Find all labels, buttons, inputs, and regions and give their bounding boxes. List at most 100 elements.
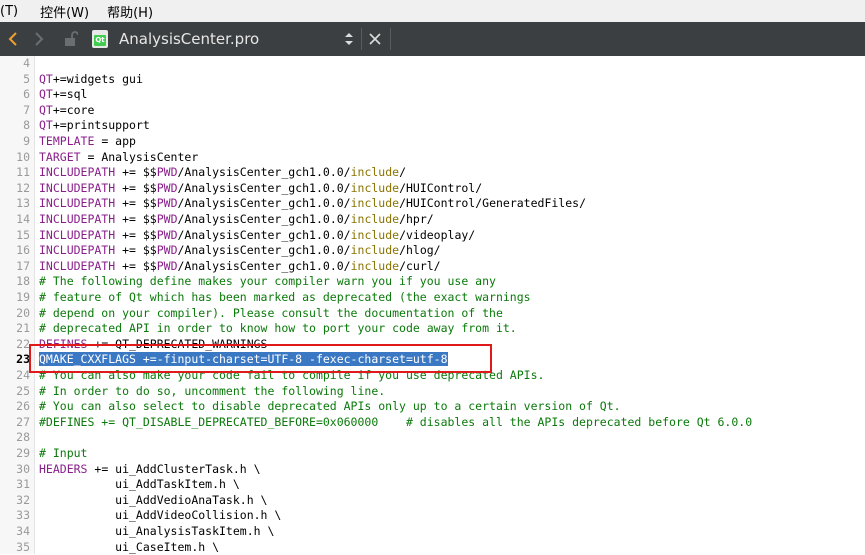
line-number: 16 [16, 243, 30, 258]
code-token: PWD [156, 196, 178, 211]
code-text: ui_AddVideoCollision.h \ [39, 508, 281, 524]
document-switcher-button[interactable] [340, 22, 358, 56]
line-number: 23 [16, 352, 30, 367]
code-text: INCLUDEPATH += $$PWD/AnalysisCenter_gch1… [39, 228, 475, 244]
updown-arrow-icon [345, 33, 353, 45]
line-number: 32 [16, 492, 30, 507]
code-line[interactable]: 9 TEMPLATE = app [0, 134, 865, 150]
back-button[interactable] [2, 22, 24, 56]
text-editor[interactable]: 4 5 QT+=widgets gui 6 QT+=sql 7 QT+=core 8 QT+=p… [0, 56, 865, 554]
code-token: INCLUDEPATH [39, 180, 116, 195]
line-number: 34 [16, 524, 30, 538]
line-number: 13 [16, 196, 30, 211]
menu-tools[interactable]: (T) [0, 4, 18, 19]
forward-button[interactable] [28, 22, 50, 56]
code-token: PWD [156, 180, 178, 195]
close-document-button[interactable] [364, 22, 386, 56]
code-token: += $$ [115, 258, 157, 273]
code-token: PWD [156, 243, 178, 258]
menu-bar: (T) 控件(W) 帮助(H) [0, 0, 865, 23]
code-line[interactable]: 20 # depend on your compiler). Please con… [0, 306, 865, 322]
code-line[interactable]: 5 QT+=widgets gui [0, 72, 865, 88]
line-number: 12 [16, 180, 30, 195]
line-number: 31 [16, 477, 30, 492]
close-icon [369, 33, 381, 45]
code-line[interactable]: 13 INCLUDEPATH += $$PWD/AnalysisCenter_gc… [0, 196, 865, 212]
code-token: INCLUDEPATH [39, 258, 116, 273]
code-text: INCLUDEPATH += $$PWD/AnalysisCenter_gch1… [39, 181, 482, 197]
code-line[interactable]: 26 # You can also select to disable depre… [0, 399, 865, 415]
line-number: 9 [23, 134, 30, 148]
lock-icon [65, 31, 78, 46]
code-text: #DEFINES += QT_DISABLE_DEPRECATED_BEFORE… [39, 415, 752, 431]
code-token: TEMPLATE [39, 134, 95, 148]
menu-help[interactable]: 帮助(H) [107, 2, 153, 21]
code-token: /HUIControl/ [399, 180, 483, 195]
code-line[interactable]: 33 ui_AddVideoCollision.h \ [0, 508, 865, 524]
code-line[interactable]: 18 # The following define makes your comp… [0, 274, 865, 290]
code-line[interactable]: 12 INCLUDEPATH += $$PWD/AnalysisCenter_gc… [0, 181, 865, 197]
line-number: 18 [16, 274, 30, 289]
code-text: # In order to do so, uncomment the follo… [39, 384, 385, 400]
code-line[interactable]: 31 ui_AddTaskItem.h \ [0, 477, 865, 493]
code-token: /AnalysisCenter_gch1.0.0/ [177, 180, 351, 195]
code-line[interactable]: 19 # feature of Qt which has been marked … [0, 290, 865, 306]
code-line[interactable]: 32 ui_AddVedioAnaTask.h \ [0, 493, 865, 509]
code-line[interactable]: 30 HEADERS += ui_AddClusterTask.h \ [0, 462, 865, 478]
code-line[interactable]: 8 QT+=printsupport [0, 118, 865, 134]
code-line[interactable]: 35 ui_CaseItem.h \ [0, 540, 865, 555]
code-line[interactable]: 34 ui_AnalysisTaskItem.h \ [0, 524, 865, 540]
code-line[interactable]: 7 QT+=core [0, 103, 865, 119]
code-token: += ui_AddClusterTask.h \ [87, 461, 261, 476]
line-number: 7 [23, 102, 30, 117]
line-number: 29 [16, 446, 30, 460]
code-token: include [350, 227, 400, 242]
code-token: include [350, 180, 400, 195]
code-line[interactable]: 15 INCLUDEPATH += $$PWD/AnalysisCenter_gc… [0, 228, 865, 244]
menu-controls[interactable]: 控件(W) [40, 2, 89, 21]
code-line[interactable]: 14 INCLUDEPATH += $$PWD/AnalysisCenter_gc… [0, 212, 865, 228]
line-number: 5 [23, 71, 30, 86]
code-token: /AnalysisCenter_gch1.0.0/ [177, 212, 351, 226]
code-line[interactable]: 6 QT+=sql [0, 87, 865, 103]
code-line[interactable]: 10 TARGET = AnalysisCenter [0, 150, 865, 166]
code-line[interactable]: 25 # In order to do so, uncomment the fol… [0, 384, 865, 400]
code-token: += $$ [115, 212, 157, 226]
lock-button[interactable] [60, 22, 82, 56]
code-line[interactable]: 17 INCLUDEPATH += $$PWD/AnalysisCenter_gc… [0, 259, 865, 275]
code-text: # depend on your compiler). Please consu… [39, 306, 503, 322]
code-token: /AnalysisCenter_gch1.0.0/ [177, 165, 351, 180]
line-number: 33 [16, 508, 30, 523]
line-number: 30 [16, 461, 30, 476]
code-token: QT [39, 87, 53, 102]
code-token: /AnalysisCenter_gch1.0.0/ [177, 227, 351, 242]
open-document-name[interactable]: AnalysisCenter.pro [119, 22, 259, 56]
code-token: include [350, 258, 400, 273]
code-token: +=printsupport [52, 118, 150, 133]
code-token: PWD [156, 165, 178, 180]
code-line[interactable]: 16 INCLUDEPATH += $$PWD/AnalysisCenter_gc… [0, 243, 865, 259]
line-number: 26 [16, 399, 30, 414]
code-token: += $$ [115, 227, 157, 242]
code-token: HEADERS [39, 461, 88, 476]
code-line[interactable]: 4 [0, 56, 865, 72]
code-line[interactable]: 11 INCLUDEPATH += $$PWD/AnalysisCenter_gc… [0, 165, 865, 181]
code-line[interactable]: 21 # deprecated API in order to know how … [0, 321, 865, 337]
line-number: 22 [16, 336, 30, 351]
code-text: INCLUDEPATH += $$PWD/AnalysisCenter_gch1… [39, 259, 441, 275]
line-number: 19 [16, 290, 30, 304]
forward-arrow-icon [35, 32, 44, 46]
qt-file-icon-label: Qt [94, 35, 106, 46]
code-line[interactable]: 28 [0, 430, 865, 446]
code-token: /AnalysisCenter_gch1.0.0/ [177, 196, 351, 211]
code-token: INCLUDEPATH [39, 212, 116, 226]
code-token: +=widgets gui [52, 71, 143, 86]
code-line[interactable]: 29 # Input [0, 446, 865, 462]
code-token: = app [94, 134, 136, 148]
back-arrow-icon [8, 32, 17, 46]
code-line[interactable]: 27 #DEFINES += QT_DISABLE_DEPRECATED_BEFO… [0, 415, 865, 431]
code-token: PWD [156, 212, 178, 226]
line-number: 28 [16, 430, 30, 445]
annotation-highlight-box [29, 344, 492, 373]
code-token: include [350, 243, 400, 258]
